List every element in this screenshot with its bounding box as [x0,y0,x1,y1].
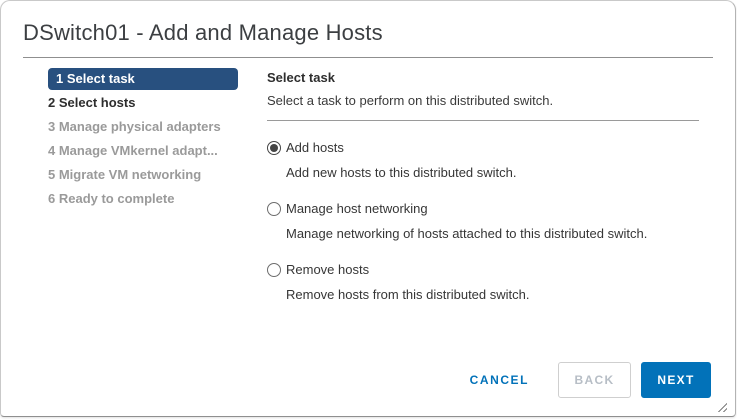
option-label[interactable]: Add hosts [286,140,344,155]
radio-option-remove-hosts[interactable]: Remove hosts [267,262,699,277]
option-description: Add new hosts to this distributed switch… [286,165,699,180]
next-button[interactable]: NEXT [641,362,711,398]
option-label[interactable]: Remove hosts [286,262,369,277]
wizard-step-migrate-vm-networking: 5 Migrate VM networking [48,164,238,186]
wizard-step-content: Select task Select a task to perform on … [267,68,699,323]
wizard-step-select-task[interactable]: 1 Select task [48,68,238,90]
option-manage-host-networking: Manage host networking Manage networking… [267,201,699,241]
back-button: BACK [558,362,631,398]
wizard-step-ready-to-complete: 6 Ready to complete [48,188,238,210]
radio-option-add-hosts[interactable]: Add hosts [267,140,699,155]
radio-option-manage-host-networking[interactable]: Manage host networking [267,201,699,216]
option-description: Remove hosts from this distributed switc… [286,287,699,302]
radio-selected-icon[interactable] [267,141,281,155]
dialog-title: DSwitch01 - Add and Manage Hosts [23,20,713,46]
wizard-step-manage-physical-adapters: 3 Manage physical adapters [48,116,238,138]
cancel-button[interactable]: CANCEL [470,373,529,387]
wizard-step-select-hosts[interactable]: 2 Select hosts [48,92,238,114]
task-options: Add hosts Add new hosts to this distribu… [267,121,699,302]
content-heading: Select task [267,68,699,85]
wizard-step-nav: 1 Select task 2 Select hosts 3 Manage ph… [48,68,238,323]
wizard-step-manage-vmkernel-adapters: 4 Manage VMkernel adapt... [48,140,238,162]
resize-handle-icon[interactable] [715,400,727,412]
option-remove-hosts: Remove hosts Remove hosts from this dist… [267,262,699,302]
option-label[interactable]: Manage host networking [286,201,428,216]
wizard-body: 1 Select task 2 Select hosts 3 Manage ph… [1,58,735,323]
add-and-manage-hosts-dialog: DSwitch01 - Add and Manage Hosts 1 Selec… [0,0,736,417]
radio-unselected-icon[interactable] [267,263,281,277]
radio-unselected-icon[interactable] [267,202,281,216]
option-description: Manage networking of hosts attached to t… [286,226,699,241]
dialog-footer: CANCEL BACK NEXT [470,362,711,398]
content-subheading: Select a task to perform on this distrib… [267,93,699,108]
option-add-hosts: Add hosts Add new hosts to this distribu… [267,140,699,180]
